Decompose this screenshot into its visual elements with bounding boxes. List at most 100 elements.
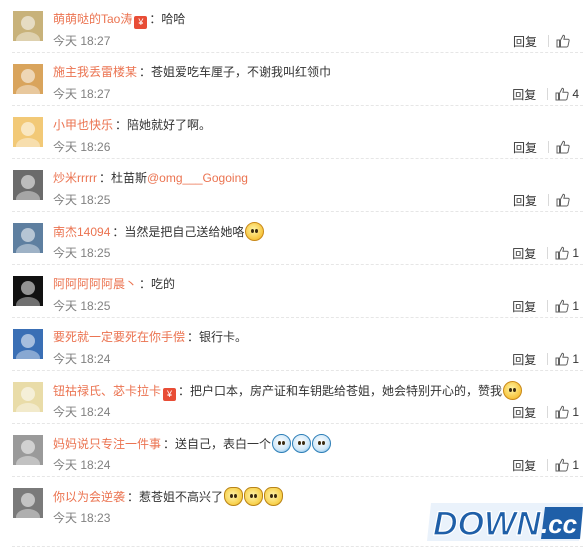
comment-time: 今天 18:24 [53,405,111,419]
like-button[interactable]: 1 [555,299,579,313]
like-button[interactable]: 1 [555,246,579,260]
comment-item: 小甲也快乐 ：陪她就好了啊。 今天 18:26 回复 [0,106,587,159]
like-button[interactable]: 1 [555,352,579,366]
avatar[interactable] [13,64,43,94]
comment-item: 妈妈说只专注一件事 ：送自己，表白一个 今天 18:24 回复 1 [0,424,587,477]
avatar[interactable] [13,435,43,465]
watermark-logo: DOWN .cc [427,503,583,543]
like-count: 1 [572,299,579,313]
thumbs-up-icon [555,352,569,366]
thumbs-up-icon [555,246,569,260]
smile-emoji-icon [245,222,265,241]
comment-username[interactable]: 炒米rrrrr [53,171,97,185]
thumbs-up-icon [556,193,570,207]
like-count: 1 [572,458,579,472]
reply-button[interactable]: 回复 [513,33,537,50]
reply-button[interactable]: 回复 [512,298,536,315]
smile-emoji-icon [503,381,523,400]
like-button[interactable]: 1 [555,458,579,472]
comment-content: 炒米rrrrr ：杜苗斯@omg___Gogoing [53,169,248,187]
comment-username[interactable]: 钮祜禄氏、苾卡拉卡 [53,384,161,398]
action-divider [547,300,549,312]
like-button[interactable] [556,34,579,48]
comment-username[interactable]: 南杰14094 [53,225,110,239]
comment-content: 小甲也快乐 ：陪她就好了啊。 [53,116,211,134]
comment-time: 今天 18:24 [53,352,111,366]
comment-username[interactable]: 你以为会逆袭 [53,490,125,504]
like-button[interactable] [556,193,579,207]
reply-button[interactable]: 回复 [512,245,536,262]
comment-username[interactable]: 萌萌哒的Tao涛 [53,12,132,26]
comment-text: ：银行卡。 [187,330,248,344]
comment-item: 炒米rrrrr ：杜苗斯@omg___Gogoing 今天 18:25 回复 [0,159,587,212]
doraemon-emoji-icon [292,434,312,453]
reply-button[interactable]: 回复 [512,351,536,368]
watermark-text: DOWN [433,505,542,543]
avatar[interactable] [13,382,43,412]
comment-content: 施主我丢雷楼某 ：苍姐爱吃车厘子，不谢我叫红领巾 [53,63,331,81]
comment-item: 阿阿阿阿阿晨丶 ：吃的 今天 18:25 回复 1 [0,265,587,318]
comment-text: ：吃的 [139,277,176,291]
comment-text: ：苍姐爱吃车厘子，不谢我叫红领巾 [139,65,332,79]
mention-link[interactable]: @omg___Gogoing [147,171,248,185]
comment-actions: 回复 1 [512,297,579,315]
like-button[interactable]: 1 [555,405,579,419]
action-divider [547,247,549,259]
like-button[interactable]: 4 [555,87,579,101]
cat-emoji-icon [244,487,264,506]
comment-actions: 回复 [513,191,579,209]
comment-username[interactable]: 小甲也快乐 [53,118,113,132]
comment-text: ：杜苗斯 [98,171,147,185]
comment-username[interactable]: 妈妈说只专注一件事 [53,437,161,451]
comment-actions: 回复 1 [512,403,579,421]
comment-text: ：陪她就好了啊。 [115,118,212,132]
comment-actions: 回复 1 [512,350,579,368]
comment-item: 南杰14094 ：当然是把自己送给她咯 今天 18:25 回复 1 [0,212,587,265]
reply-button[interactable]: 回复 [513,192,537,209]
action-divider [548,35,549,47]
comment-text: ：惹苍姐不高兴了 [127,490,224,504]
comment-list: 萌萌哒的Tao涛 ¥ ：哈哈 今天 18:27 回复 施主我丢雷楼某 ：苍姐爱吃车厘子，不谢… [0,0,587,547]
avatar[interactable] [13,488,43,518]
comment-time: 今天 18:23 [53,511,111,525]
like-count: 1 [572,352,579,366]
avatar[interactable] [13,170,43,200]
reply-button[interactable]: 回复 [512,86,536,103]
thumbs-up-icon [556,34,570,48]
reply-button[interactable]: 回复 [513,139,537,156]
avatar[interactable] [13,276,43,306]
comment-time: 今天 18:27 [53,87,111,101]
comment-content: 南杰14094 ：当然是把自己送给她咯 [53,222,265,241]
comment-username[interactable]: 阿阿阿阿阿晨丶 [53,277,137,291]
reply-button[interactable]: 回复 [512,457,536,474]
doraemon-emoji-icon [272,434,292,453]
comment-content: 要死就一定要死在你手偿 ：银行卡。 [53,328,247,346]
comment-username[interactable]: 要死就一定要死在你手偿 [53,330,185,344]
comment-username[interactable]: 施主我丢雷楼某 [53,65,137,79]
comment-actions: 回复 [513,32,579,50]
reply-button[interactable]: 回复 [512,404,536,421]
comment-item: 萌萌哒的Tao涛 ¥ ：哈哈 今天 18:27 回复 [0,0,587,53]
comment-text: ：哈哈 [149,12,186,26]
comment-content: 萌萌哒的Tao涛 ¥ ：哈哈 [53,10,185,29]
comment-content: 阿阿阿阿阿晨丶 ：吃的 [53,275,175,293]
comment-time: 今天 18:25 [53,246,111,260]
comment-item: 施主我丢雷楼某 ：苍姐爱吃车厘子，不谢我叫红领巾今天 18:27 回复 4 [0,53,587,106]
comment-actions: 回复 4 [512,85,579,103]
comment-time: 今天 18:25 [53,193,111,207]
comment-actions: 回复 1 [512,244,579,262]
comment-item: 钮祜禄氏、苾卡拉卡 ¥ ：把户口本，房产证和车钥匙给苍姐，她会特别开心的，赞我 今天 … [0,371,587,424]
action-divider [548,194,549,206]
avatar[interactable] [13,11,43,41]
like-button[interactable] [556,140,579,154]
cat-emoji-icon [224,487,244,506]
avatar[interactable] [13,117,43,147]
comment-item: 要死就一定要死在你手偿 ：银行卡。今天 18:24 回复 1 [0,318,587,371]
red-envelope-icon: ¥ [163,388,177,401]
thumbs-up-icon [555,458,569,472]
thumbs-up-icon [556,140,570,154]
thumbs-up-icon [555,405,569,419]
comment-text: ：当然是把自己送给她咯 [112,225,245,239]
avatar[interactable] [13,223,43,253]
avatar[interactable] [13,329,43,359]
